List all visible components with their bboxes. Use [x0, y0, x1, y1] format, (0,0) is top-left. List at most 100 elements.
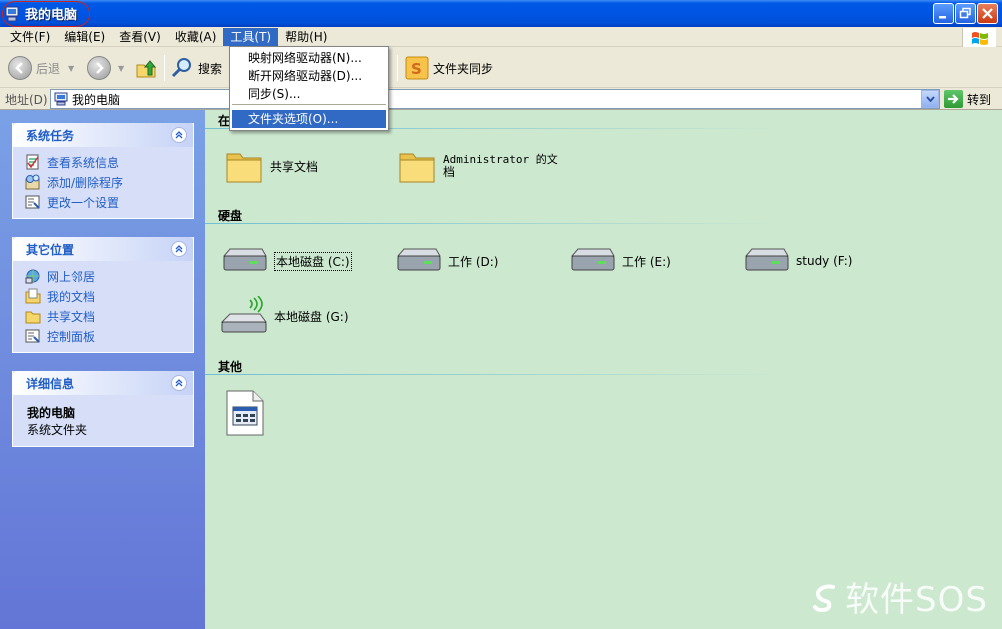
- menu-view[interactable]: 查看(V): [112, 28, 168, 46]
- menu-item-folder-options[interactable]: 文件夹选项(O)...: [232, 110, 386, 128]
- drive-f[interactable]: study (F:): [742, 246, 852, 276]
- details-name: 我的电脑: [27, 406, 76, 420]
- control-panel-document-icon: [226, 390, 264, 436]
- place-network[interactable]: 网上邻居: [25, 266, 193, 286]
- menu-tools[interactable]: 工具(T): [223, 27, 279, 46]
- system-tasks-panel: 系统任务 查看系统信息 添加/删除程序 更改一个设置: [12, 123, 194, 219]
- forward-arrow-icon: [87, 56, 111, 80]
- place-my-documents[interactable]: 我的文档: [25, 286, 193, 306]
- drive-c[interactable]: 本地磁盘 (C:): [220, 246, 352, 276]
- removable-drive-icon: [220, 296, 267, 333]
- folder-sync-button[interactable]: S 文件夹同步: [405, 53, 493, 83]
- drive-g[interactable]: 本地磁盘 (G:): [220, 296, 349, 336]
- folder-icon: [226, 153, 262, 183]
- task-change-setting[interactable]: 更改一个设置: [25, 192, 193, 212]
- address-dropdown-button[interactable]: [921, 90, 939, 108]
- system-tasks-header[interactable]: 系统任务: [13, 123, 193, 147]
- go-arrow-icon: [944, 90, 963, 108]
- forward-dropdown-icon[interactable]: ▼: [118, 64, 124, 73]
- item-label: Administrator 的文: [443, 153, 558, 166]
- menu-item-disconnect-network-drive[interactable]: 断开网络驱动器(D)...: [232, 67, 386, 85]
- collapse-icon[interactable]: [171, 375, 187, 391]
- back-dropdown-icon[interactable]: ▼: [68, 64, 74, 73]
- close-icon: [982, 8, 993, 19]
- forward-button[interactable]: ▼: [87, 53, 124, 83]
- place-label: 网上邻居: [47, 269, 96, 284]
- search-button[interactable]: 搜索: [170, 53, 222, 83]
- menu-bar: 文件(F) 编辑(E) 查看(V) 收藏(A) 工具(T) 帮助(H): [0, 27, 1002, 47]
- watermark: 软件SOS: [809, 572, 988, 621]
- place-label: 控制面板: [47, 329, 96, 344]
- group-header-hard-disks: 硬盘: [218, 209, 243, 223]
- menu-favorites[interactable]: 收藏(A): [168, 28, 224, 46]
- my-documents-icon: [25, 288, 41, 304]
- details-panel: 详细信息 我的电脑 系统文件夹: [12, 371, 194, 447]
- task-add-remove-programs[interactable]: 添加/删除程序: [25, 172, 193, 192]
- other-places-panel: 其它位置 网上邻居 我的文档 共享文档 控制面板: [12, 237, 194, 353]
- close-button[interactable]: [977, 3, 998, 24]
- sync-icon: S: [405, 56, 429, 80]
- other-places-header[interactable]: 其它位置: [13, 237, 193, 261]
- watermark-text: 软件SOS: [845, 580, 988, 620]
- menu-item-map-network-drive[interactable]: 映射网络驱动器(N)...: [232, 49, 386, 67]
- group-divider: [205, 223, 785, 224]
- item-label: 工作 (E:): [622, 254, 671, 269]
- toolbar: 后退 ▼ ▼ 搜索 S 文件夹同步: [0, 47, 1002, 88]
- menu-item-synchronize[interactable]: 同步(S)...: [232, 85, 386, 103]
- folder-icon: [399, 153, 435, 183]
- up-button[interactable]: [134, 53, 158, 83]
- back-button[interactable]: 后退 ▼: [8, 53, 74, 83]
- item-label-continued: 档: [443, 165, 456, 179]
- minimize-icon: [939, 16, 946, 19]
- back-arrow-icon: [8, 56, 32, 80]
- item-label: 工作 (D:): [448, 254, 499, 269]
- title-bar[interactable]: 我的电脑: [0, 0, 1002, 27]
- my-computer-small-icon: [54, 92, 68, 106]
- search-icon: [171, 58, 191, 78]
- place-control-panel[interactable]: 控制面板: [25, 326, 193, 346]
- item-label: 本地磁盘 (C:): [274, 251, 352, 271]
- address-bar: 地址(D) 我的电脑 转到: [0, 88, 1002, 110]
- menu-edit[interactable]: 编辑(E): [57, 28, 112, 46]
- minimize-button[interactable]: [933, 3, 954, 24]
- folder-administrator-documents[interactable]: Administrator 的文 档: [397, 146, 558, 186]
- add-remove-programs-icon: [25, 174, 40, 190]
- task-label: 更改一个设置: [47, 195, 120, 210]
- system-info-icon: [26, 154, 39, 170]
- folder-icon: [25, 311, 41, 324]
- go-button[interactable]: 转到: [944, 89, 991, 109]
- toolbar-separator: [397, 55, 398, 81]
- hard-drive-icon: [570, 248, 615, 271]
- task-view-system-info[interactable]: 查看系统信息: [25, 152, 193, 172]
- svg-text:S: S: [411, 60, 422, 78]
- search-label: 搜索: [198, 61, 223, 76]
- details-header[interactable]: 详细信息: [13, 371, 193, 395]
- item-label: 本地磁盘 (G:): [274, 309, 349, 324]
- collapse-icon[interactable]: [171, 127, 187, 143]
- go-label: 转到: [967, 92, 992, 107]
- address-label: 地址(D): [5, 93, 48, 107]
- windows-logo-icon: [962, 28, 996, 47]
- restore-button[interactable]: [955, 3, 976, 24]
- place-shared-documents[interactable]: 共享文档: [25, 306, 193, 326]
- drive-d[interactable]: 工作 (D:): [394, 246, 498, 276]
- collapse-icon[interactable]: [171, 241, 187, 257]
- hard-drive-icon: [744, 248, 789, 271]
- up-folder-icon: [136, 60, 157, 78]
- task-label: 查看系统信息: [47, 155, 120, 170]
- hard-drive-icon: [396, 248, 441, 271]
- menu-file[interactable]: 文件(F): [3, 28, 57, 46]
- place-label: 我的文档: [47, 289, 96, 304]
- folder-shared-documents[interactable]: 共享文档: [224, 146, 318, 186]
- menu-help[interactable]: 帮助(H): [278, 28, 334, 46]
- chevron-down-icon: [925, 96, 935, 102]
- address-input[interactable]: 我的电脑: [50, 89, 940, 109]
- other-item[interactable]: [225, 389, 265, 437]
- control-panel-icon: [25, 195, 40, 209]
- task-pane: 系统任务 查看系统信息 添加/删除程序 更改一个设置 其它位置 网上邻居 我的文…: [0, 110, 205, 629]
- back-label: 后退: [36, 61, 61, 76]
- item-label: study (F:): [796, 254, 853, 268]
- drive-e[interactable]: 工作 (E:): [568, 246, 671, 276]
- group-header-other: 其他: [218, 360, 243, 374]
- tools-menu-dropdown: 映射网络驱动器(N)... 断开网络驱动器(D)... 同步(S)... 文件夹…: [229, 46, 389, 131]
